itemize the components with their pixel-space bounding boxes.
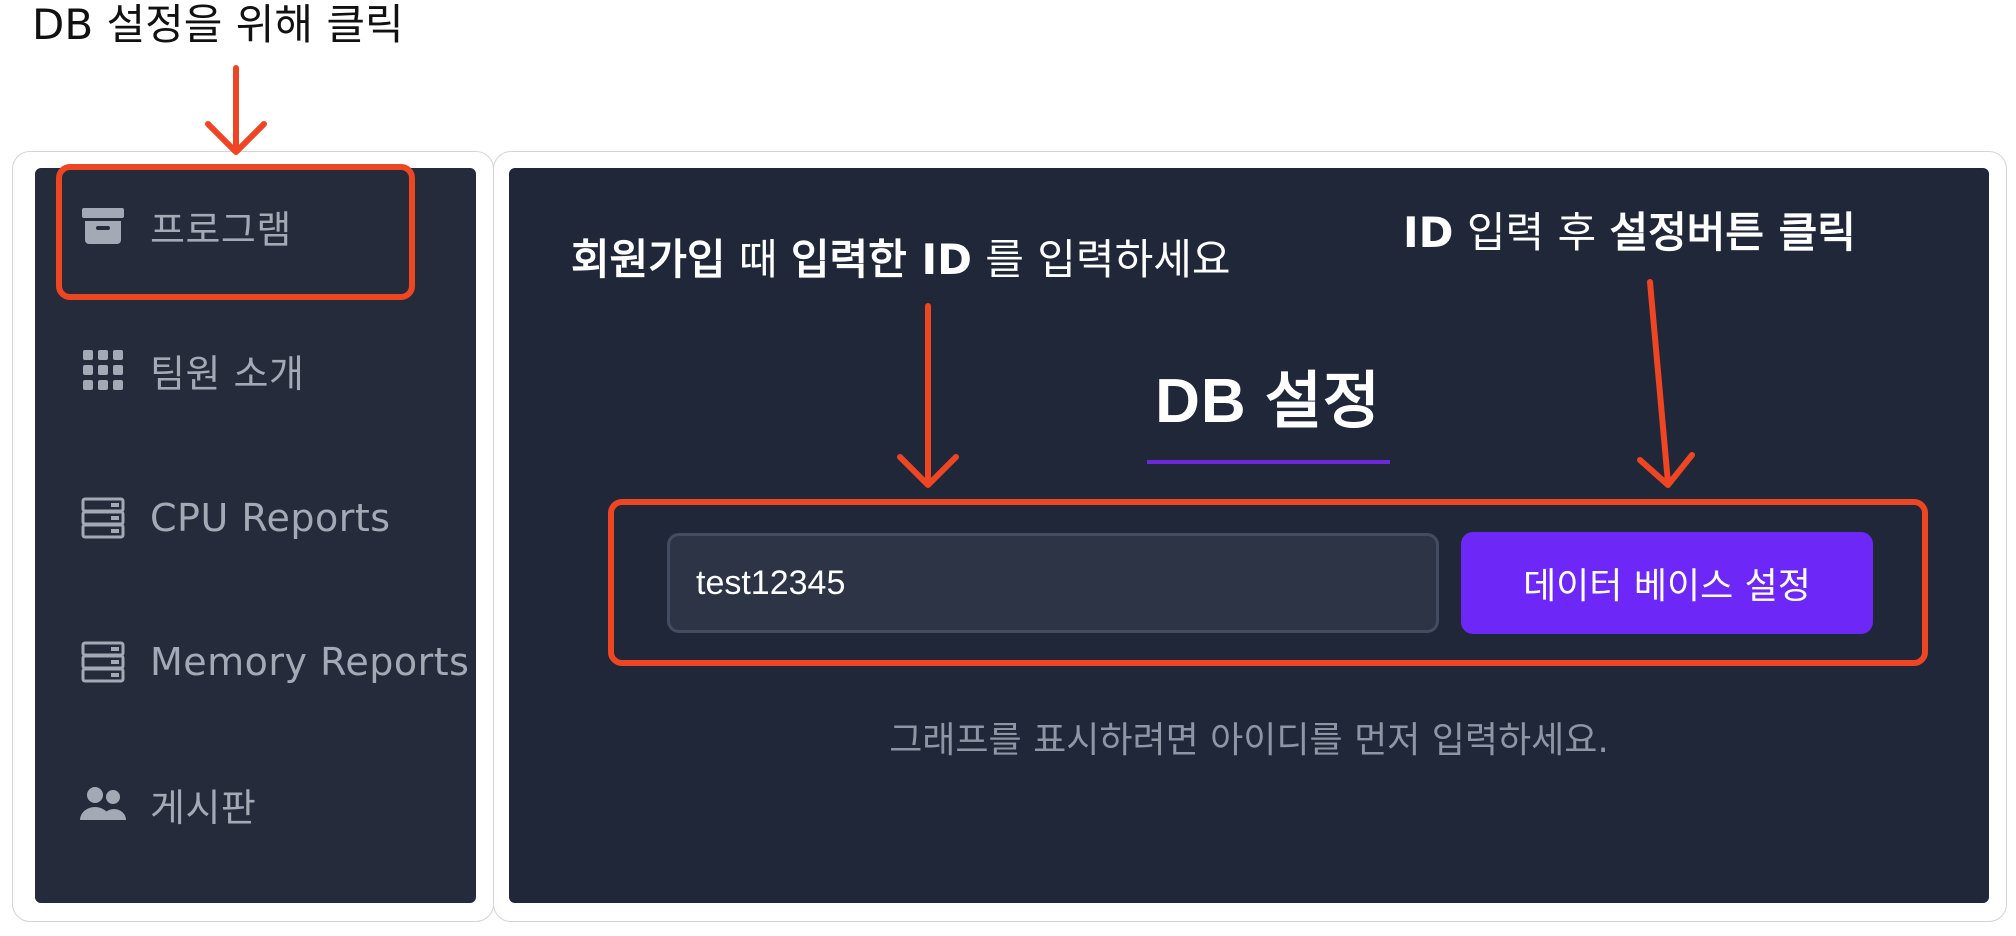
server-icon (80, 495, 126, 541)
annotation-part: 회원가입 (571, 235, 726, 284)
grid-icon (80, 347, 126, 393)
annotation-part: 때 (725, 235, 791, 284)
annotation-part: 입력한 ID (790, 235, 972, 284)
annotation-part: 설정버튼 클릭 (1609, 208, 1856, 257)
sidebar-item-label: 게시판 (150, 785, 257, 830)
sidebar-item-label: Memory Reports (150, 640, 470, 684)
sidebar-item-cpu-reports[interactable]: CPU Reports (35, 478, 476, 558)
highlight-box-form (608, 499, 1928, 666)
annotation-part: ID (1403, 208, 1454, 257)
annotation-input-hint: 회원가입 때 입력한 ID 를 입력하세요 (571, 235, 1231, 285)
server-icon (80, 639, 126, 685)
annotation-db-click-caption: DB 설정을 위해 클릭 (32, 0, 404, 49)
annotation-button-hint: ID 입력 후 설정버튼 클릭 (1403, 208, 1856, 258)
sidebar-item-memory-reports[interactable]: Memory Reports (35, 622, 476, 702)
arrow-head (205, 121, 267, 155)
highlight-box-program (56, 164, 415, 300)
annotation-part: 를 입력하세요 (971, 235, 1231, 284)
sidebar-item-label: 팀원 소개 (150, 351, 305, 396)
title-underline (1147, 460, 1390, 464)
sidebar-item-team[interactable]: 팀원 소개 (35, 330, 476, 410)
sidebar-item-label: CPU Reports (150, 496, 391, 540)
page-title: DB 설정 (1155, 367, 1381, 436)
annotation-part: 입력 후 (1453, 208, 1610, 257)
sidebar-item-board[interactable]: 게시판 (35, 764, 476, 844)
hint-text: 그래프를 표시하려면 아이디를 먼저 입력하세요. (889, 720, 1609, 761)
users-icon (80, 781, 126, 827)
